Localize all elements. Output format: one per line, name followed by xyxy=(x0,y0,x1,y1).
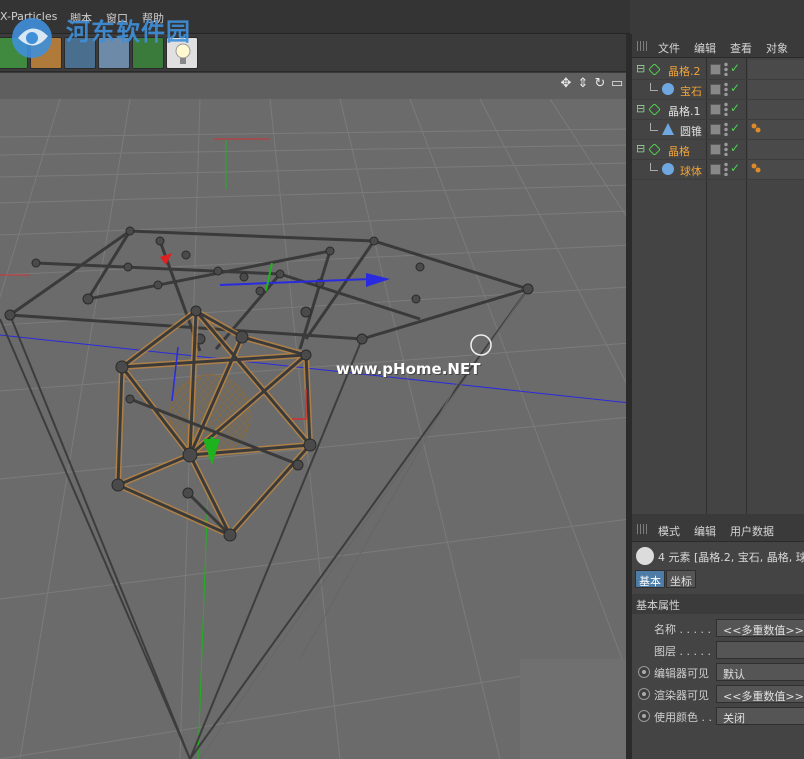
animate-radio-icon[interactable] xyxy=(638,666,650,678)
watermark-url: www.pHome.NET xyxy=(336,360,481,378)
visibility-dots[interactable] xyxy=(724,82,728,96)
menu-object[interactable]: 对象 xyxy=(766,40,788,56)
property-label: 名称 . . . . . xyxy=(654,623,711,636)
section-title: 基本属性 xyxy=(632,594,804,614)
enabled-check-icon[interactable]: ✓ xyxy=(730,81,740,95)
lattice-top xyxy=(5,229,534,352)
move-icon[interactable]: ✥ xyxy=(559,77,573,91)
menu-user-data[interactable]: 用户数据 xyxy=(730,523,774,539)
lattice-icon xyxy=(648,103,661,116)
layer-toggle[interactable] xyxy=(710,164,721,175)
menu-edit[interactable]: 编辑 xyxy=(694,523,716,539)
object-manager: 文件 编辑 查看 对象 ⊟ 晶格.2 ✓ 宝石 ✓ ⊟ 晶格.1 ✓ 圆锥 ✓ … xyxy=(632,34,804,514)
enabled-check-icon[interactable]: ✓ xyxy=(730,141,740,155)
layer-toggle[interactable] xyxy=(710,84,721,95)
property-row-name: 名称 . . . . . <<多重数值>> xyxy=(632,618,804,638)
tab-coord[interactable]: 坐标 xyxy=(666,570,696,588)
property-row-layer: 图层 . . . . . xyxy=(632,640,804,660)
object-name: 晶格 xyxy=(668,145,690,158)
property-label: 使用颜色 . . xyxy=(654,711,712,724)
object-row[interactable]: ⊟ 晶格 ✓ xyxy=(632,140,804,160)
object-manager-menu: 文件 编辑 查看 对象 xyxy=(632,34,804,58)
zoom-icon[interactable]: ⇕ xyxy=(576,77,590,91)
expand-icon[interactable]: ⊟ xyxy=(636,62,648,75)
attribute-manager: 模式 编辑 用户数据 4 元素 [晶格.2, 宝石, 晶格, 球体] 基本坐标 … xyxy=(632,516,804,759)
expand-icon[interactable]: ⊟ xyxy=(636,102,648,115)
property-label: 图层 . . . . . xyxy=(654,645,711,658)
material-tag-icon[interactable] xyxy=(750,122,762,134)
gem-lattice xyxy=(111,305,317,542)
use-color-select[interactable]: 关闭 xyxy=(716,707,804,725)
rotate-icon[interactable]: ↻ xyxy=(593,77,607,91)
tree-branch xyxy=(650,123,658,131)
visibility-dots[interactable] xyxy=(724,142,728,156)
object-row[interactable]: 圆锥 ✓ xyxy=(632,120,804,140)
object-name: 球体 xyxy=(680,165,702,178)
enabled-check-icon[interactable]: ✓ xyxy=(730,61,740,75)
material-tag-icon[interactable] xyxy=(750,162,762,174)
object-row[interactable]: ⊟ 晶格.1 ✓ xyxy=(632,100,804,120)
attribute-manager-menu: 模式 编辑 用户数据 xyxy=(632,516,804,542)
render-visible-select[interactable]: <<多重数值>> xyxy=(716,685,804,703)
property-row-editor-visible: 编辑器可见 默认 xyxy=(632,662,804,682)
sphere-icon xyxy=(662,163,674,175)
watermark-text: 河东软件园 xyxy=(66,18,191,46)
menu-view[interactable]: 查看 xyxy=(730,40,752,56)
3d-viewport[interactable]: ✥ ⇕ ↻ ▭ www.pHome.NET xyxy=(0,73,630,759)
menu-file[interactable]: 文件 xyxy=(658,40,680,56)
layer-toggle[interactable] xyxy=(710,104,721,115)
object-name: 圆锥 xyxy=(680,125,702,138)
layer-toggle[interactable] xyxy=(710,124,721,135)
grip-icon[interactable] xyxy=(637,41,649,51)
expand-icon[interactable]: ⊟ xyxy=(636,142,648,155)
object-row[interactable]: ⊟ 晶格.2 ✓ xyxy=(632,60,804,80)
animate-radio-icon[interactable] xyxy=(638,710,650,722)
enabled-check-icon[interactable]: ✓ xyxy=(730,161,740,175)
attribute-tabs: 基本 坐标 xyxy=(635,570,697,590)
object-name: 宝石 xyxy=(680,85,702,98)
visibility-dots[interactable] xyxy=(724,62,728,76)
lattice-icon xyxy=(648,63,661,76)
object-row[interactable]: 宝石 ✓ xyxy=(632,80,804,100)
selection-info-text: 4 元素 [晶格.2, 宝石, 晶格, 球体] xyxy=(658,551,804,564)
viewport-header: ✥ ⇕ ↻ ▭ xyxy=(0,73,630,99)
scene-render xyxy=(0,99,630,759)
property-label: 编辑器可见 xyxy=(654,667,709,680)
object-row[interactable]: 球体 ✓ xyxy=(632,160,804,180)
tab-basic[interactable]: 基本 xyxy=(635,570,665,588)
animate-radio-icon[interactable] xyxy=(638,688,650,700)
editor-visible-select[interactable]: 默认 xyxy=(716,663,804,681)
menu-edit[interactable]: 编辑 xyxy=(694,40,716,56)
tree-branch xyxy=(650,163,658,171)
property-row-render-visible: 渲染器可见 <<多重数值>> xyxy=(632,684,804,704)
gem-icon xyxy=(662,83,674,95)
visibility-dots[interactable] xyxy=(724,122,728,136)
selection-info: 4 元素 [晶格.2, 宝石, 晶格, 球体] xyxy=(632,544,804,568)
object-name: 晶格.2 xyxy=(668,65,701,78)
layer-toggle[interactable] xyxy=(710,144,721,155)
view-nav-icons: ✥ ⇕ ↻ ▭ xyxy=(559,77,624,91)
visibility-dots[interactable] xyxy=(724,162,728,176)
lattice-icon xyxy=(648,143,661,156)
cone-icon xyxy=(662,123,674,135)
property-row-use-color: 使用颜色 . . 关闭 xyxy=(632,706,804,726)
enabled-check-icon[interactable]: ✓ xyxy=(730,101,740,115)
layout-icon[interactable]: ▭ xyxy=(610,77,624,91)
tree-branch xyxy=(650,83,658,91)
site-logo-icon xyxy=(12,18,52,58)
name-field[interactable]: <<多重数值>> xyxy=(716,619,804,637)
multi-object-icon xyxy=(636,547,654,565)
layer-toggle[interactable] xyxy=(710,64,721,75)
layer-field[interactable] xyxy=(716,641,804,659)
property-label: 渲染器可见 xyxy=(654,689,709,702)
object-name: 晶格.1 xyxy=(668,105,701,118)
enabled-check-icon[interactable]: ✓ xyxy=(730,121,740,135)
menu-mode[interactable]: 模式 xyxy=(658,523,680,539)
grip-icon[interactable] xyxy=(637,524,649,534)
object-tree: ⊟ 晶格.2 ✓ 宝石 ✓ ⊟ 晶格.1 ✓ 圆锥 ✓ ⊟ 晶格 ✓ 球体 ✓ xyxy=(632,60,804,180)
visibility-dots[interactable] xyxy=(724,102,728,116)
